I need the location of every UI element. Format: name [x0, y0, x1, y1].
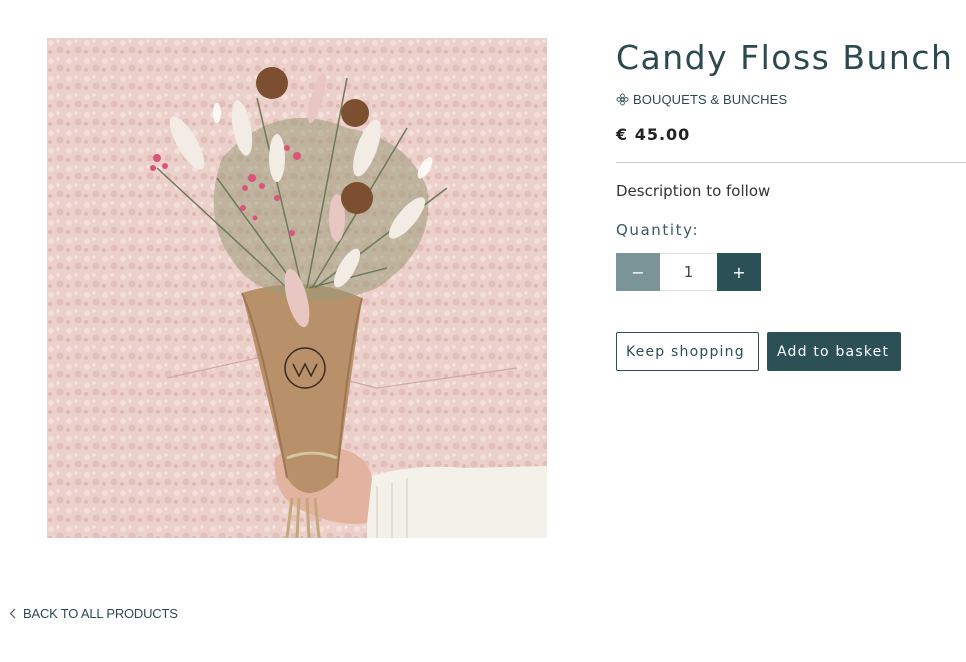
quantity-input[interactable] [660, 253, 717, 291]
back-to-products-link[interactable]: BACK TO ALL PRODUCTS [9, 606, 178, 621]
quantity-stepper: − + [616, 253, 966, 291]
decrement-button[interactable]: − [616, 253, 660, 291]
back-link-label: BACK TO ALL PRODUCTS [23, 606, 178, 621]
keep-shopping-button[interactable]: Keep shopping [616, 332, 759, 371]
product-category[interactable]: BOUQUETS & BUNCHES [616, 92, 966, 107]
product-details: Candy Floss Bunch BOUQUETS & BUNCHES € 4… [616, 38, 966, 371]
action-buttons: Keep shopping Add to basket [616, 332, 966, 371]
category-label: BOUQUETS & BUNCHES [633, 92, 788, 107]
divider [616, 162, 966, 163]
chevron-left-icon [9, 608, 16, 619]
product-price: € 45.00 [616, 125, 691, 144]
quantity-label: Quantity: [616, 221, 700, 239]
increment-button[interactable]: + [717, 253, 761, 291]
flower-icon [616, 93, 629, 106]
add-to-basket-button[interactable]: Add to basket [767, 332, 901, 371]
product-image [47, 38, 547, 538]
product-title: Candy Floss Bunch [616, 38, 954, 77]
product-page: Candy Floss Bunch BOUQUETS & BUNCHES € 4… [0, 0, 966, 662]
product-description: Description to follow [616, 182, 771, 200]
